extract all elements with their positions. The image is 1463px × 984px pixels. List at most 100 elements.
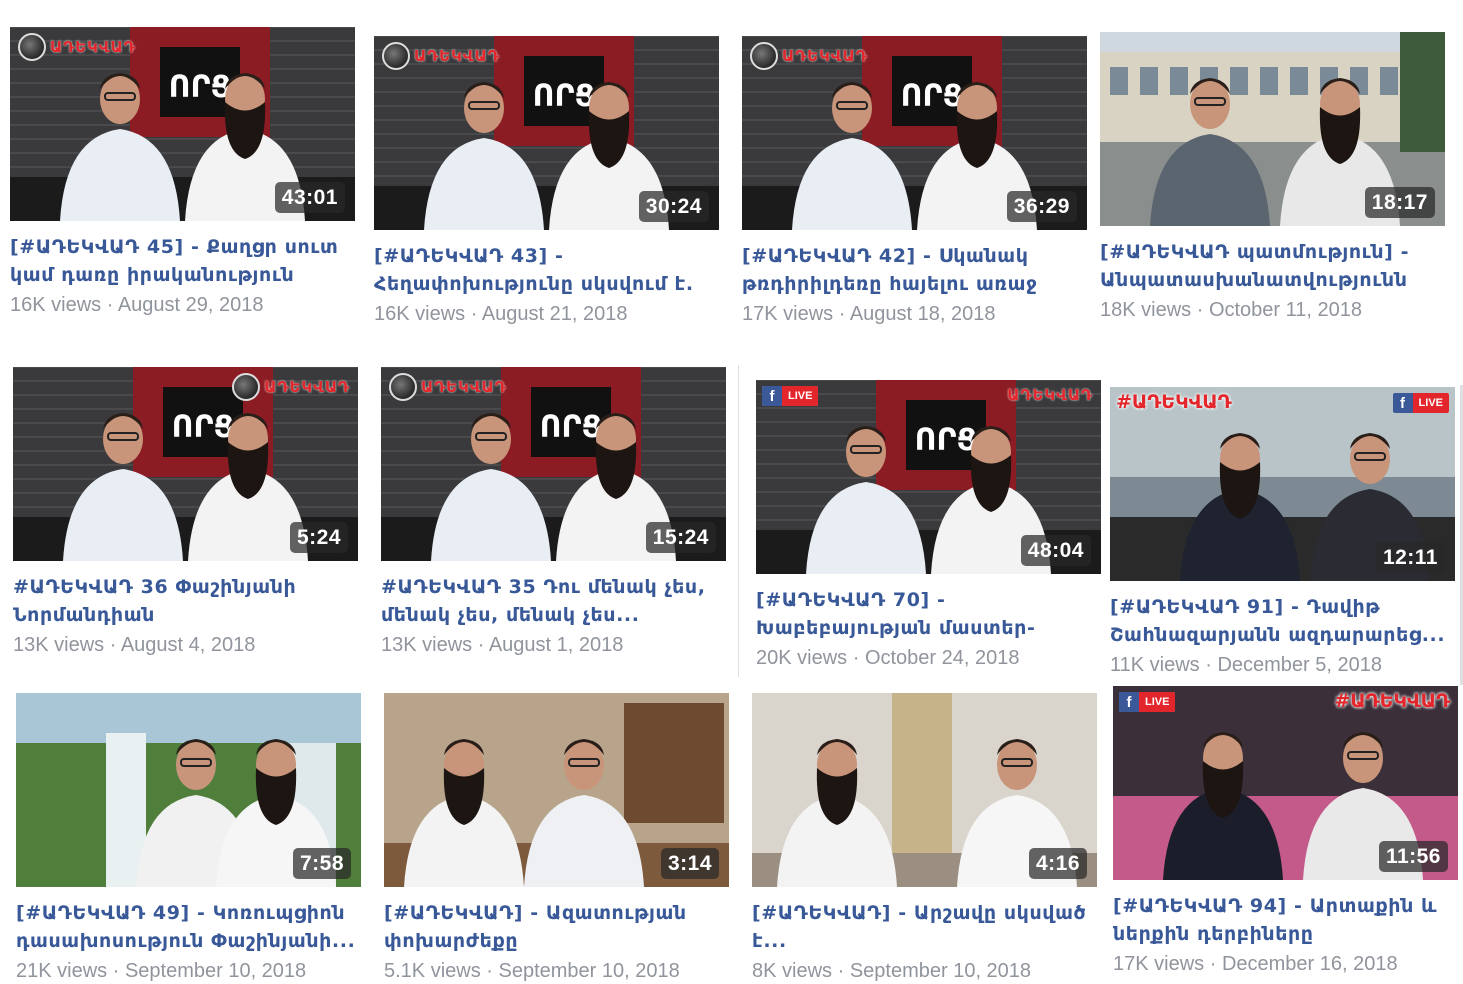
svg-text:ՈՐՑ: ՈՐՑ [172,410,235,445]
channel-wordmark: ԱԴԵԿՎԱԴ [1007,386,1093,404]
video-title[interactable]: [#ԱԴԵԿՎԱԴ] - Ազատության փոխարժեքը [384,899,729,955]
meta-separator: · [1199,654,1218,676]
video-card: 4:16 [#ԱԴԵԿՎԱԴ] - Արշավը սկսված է... 8K … [752,693,1097,984]
video-title[interactable]: #ԱԴԵԿՎԱԴ 35 Դու մենակ չես, մենակ չես, մե… [381,573,726,629]
video-title[interactable]: [#ԱԴԵԿՎԱԴ 94] - Արտաքին և ներքին դերբինե… [1113,892,1458,948]
channel-logo: ԱԴԵԿՎԱԴ [18,33,136,61]
video-meta: 18K views · October 11, 2018 [1100,297,1445,323]
video-card: 3:14 [#ԱԴԵԿՎԱԴ] - Ազատության փոխարժեքը 5… [384,693,729,984]
view-count: 17K views [1113,953,1205,975]
video-thumbnail[interactable]: ՈՐՑ ԱԴԵԿՎԱԴ 43:01 [10,27,355,221]
video-title[interactable]: [#ԱԴԵԿՎԱԴ 43] - Հեղափոխությունը սկսվում … [374,242,719,298]
channel-logo: ԱԴԵԿՎԱԴ [750,42,868,70]
view-count: 17K views [742,303,834,325]
channel-wordmark: ԱԴԵԿՎԱԴ [782,47,868,65]
meta-separator: · [101,294,118,316]
view-count: 20K views [756,647,848,669]
video-thumbnail[interactable]: ՈՐՑ ԱԴԵԿՎԱԴ 5:24 [13,367,358,561]
view-count: 16K views [374,303,466,325]
video-card: ՈՐՑ ԱԴԵԿՎԱԴ 43:01 [#ԱԴԵԿՎԱԴ 45] - Քաղցր սո… [10,27,355,318]
video-title[interactable]: [#ԱԴԵԿՎԱԴ] - Արշավը սկսված է... [752,899,1097,955]
video-meta: 17K views · December 16, 2018 [1113,951,1458,977]
video-thumbnail[interactable]: ՈՐՑ f LIVE ԱԴԵԿՎԱԴ 48:04 [756,380,1101,574]
publish-date: September 10, 2018 [849,960,1032,982]
hashtag-overlay: #ԱԴԵԿՎԱԴ [1116,391,1232,413]
video-thumbnail[interactable]: 3:14 [384,693,729,887]
channel-wordmark: ԱԴԵԿՎԱԴ [264,378,350,396]
video-thumbnail[interactable]: 4:16 [752,693,1097,887]
duration-badge: 18:17 [1364,187,1435,218]
channel-logo-icon [389,373,417,401]
svg-text:ՈՐՑ: ՈՐՑ [533,79,596,114]
video-meta: 5.1K views · September 10, 2018 [384,958,729,984]
view-count: 18K views [1100,299,1192,321]
publish-date: December 16, 2018 [1221,953,1398,975]
publish-date: August 4, 2018 [120,634,256,656]
publish-date: October 11, 2018 [1208,299,1363,321]
publish-date: August 21, 2018 [481,303,628,325]
view-count: 5.1K views [384,960,481,982]
view-count: 16K views [10,294,102,316]
video-meta: 13K views · August 4, 2018 [13,632,358,658]
video-meta: 8K views · September 10, 2018 [752,958,1097,984]
video-thumbnail[interactable]: 18:17 [1100,32,1445,226]
duration-badge: 5:24 [289,522,348,553]
publish-date: August 29, 2018 [117,294,264,316]
view-count: 13K views [381,634,473,656]
duration-badge: 36:29 [1006,191,1077,222]
column-divider [738,365,739,677]
publish-date: October 24, 2018 [864,647,1020,669]
meta-separator: · [104,634,121,656]
duration-badge: 30:24 [638,191,709,222]
video-card: f LIVE #ԱԴԵԿՎԱԴ 11:56 [#ԱԴԵԿՎԱԴ 94] - Արտաք… [1113,686,1458,977]
meta-separator: · [1191,299,1209,321]
video-card: ՈՐՑ f LIVE ԱԴԵԿՎԱԴ 48:04 [#ԱԴԵԿՎԱԴ 70] - Խաբ… [756,380,1101,671]
live-badge: f LIVE [1392,393,1449,413]
video-title[interactable]: [#ԱԴԵԿՎԱԴ 45] - Քաղցր սուտ կամ դառը իրակ… [10,233,355,289]
meta-separator: · [832,960,850,982]
svg-text:ՈՐՑ: ՈՐՑ [915,423,978,458]
publish-date: September 10, 2018 [498,960,680,982]
live-label: LIVE [1139,692,1176,712]
facebook-icon: f [1392,393,1413,413]
duration-badge: 7:58 [292,848,351,879]
video-card: ՈՐՑ ԱԴԵԿՎԱԴ 36:29 [#ԱԴԵԿՎԱԴ 42] - Սկանակ թ… [742,36,1087,327]
video-title[interactable]: [#ԱԴԵԿՎԱԴ 42] - Սկանակ թռդիրիլդեռը հայել… [742,242,1087,298]
live-label: LIVE [782,386,819,406]
duration-badge: 48:04 [1020,535,1091,566]
video-thumbnail[interactable]: ՈՐՑ ԱԴԵԿՎԱԴ 36:29 [742,36,1087,230]
meta-separator: · [107,960,125,982]
video-thumbnail[interactable]: ՈՐՑ ԱԴԵԿՎԱԴ 15:24 [381,367,726,561]
channel-logo: ԱԴԵԿՎԱԴ [232,373,350,401]
video-title[interactable]: #ԱԴԵԿՎԱԴ 36 Փաշինյանի Նորմանդիան [13,573,358,629]
video-meta: 16K views · August 21, 2018 [374,301,719,327]
channel-logo: ԱԴԵԿՎԱԴ [382,42,500,70]
video-meta: 17K views · August 18, 2018 [742,301,1087,327]
svg-text:ՈՐՑ: ՈՐՑ [901,79,964,114]
meta-separator: · [472,634,489,656]
svg-text:ՈՐՑ: ՈՐՑ [169,70,232,105]
facebook-icon: f [1119,692,1139,712]
publish-date: August 1, 2018 [488,634,624,656]
view-count: 11K views [1110,654,1200,676]
meta-separator: · [480,960,499,982]
duration-badge: 11:56 [1378,841,1448,872]
duration-badge: 43:01 [274,182,345,213]
duration-badge: 15:24 [645,522,716,553]
live-label: LIVE [1412,393,1449,413]
video-thumbnail[interactable]: f LIVE #ԱԴԵԿՎԱԴ 11:56 [1113,686,1458,880]
video-meta: 11K views · December 5, 2018 [1110,652,1455,678]
video-thumbnail[interactable]: 7:58 [16,693,361,887]
video-title[interactable]: [#ԱԴԵԿՎԱԴ 49] - Կոռուպցիոն դասախոսությու… [16,899,361,955]
hashtag-overlay: #ԱԴԵԿՎԱԴ [1334,690,1450,712]
video-card: f LIVE #ԱԴԵԿՎԱԴ 12:11 [#ԱԴԵԿՎԱԴ 91] - Դավիթ… [1110,387,1455,678]
video-title[interactable]: [#ԱԴԵԿՎԱԴ 70] - Խաբեբայության մաստեր-կլա… [756,586,1101,642]
channel-logo-icon [382,42,410,70]
video-card: ՈՐՑ ԱԴԵԿՎԱԴ 30:24 [#ԱԴԵԿՎԱԴ 43] - Հեղափոխո… [374,36,719,327]
video-thumbnail[interactable]: f LIVE #ԱԴԵԿՎԱԴ 12:11 [1110,387,1455,581]
video-meta: 20K views · October 24, 2018 [756,645,1101,671]
video-thumbnail[interactable]: ՈՐՑ ԱԴԵԿՎԱԴ 30:24 [374,36,719,230]
video-title[interactable]: [#ԱԴԵԿՎԱԴ 91] - Դավիթ Շահնազարյանն ազդար… [1110,593,1455,649]
video-card: ՈՐՑ ԱԴԵԿՎԱԴ 15:24 #ԱԴԵԿՎԱԴ 35 Դու մենակ չե… [381,367,726,658]
video-title[interactable]: [#ԱԴԵԿՎԱԴ պատմություն] - Անպատասխանատվու… [1100,238,1445,294]
